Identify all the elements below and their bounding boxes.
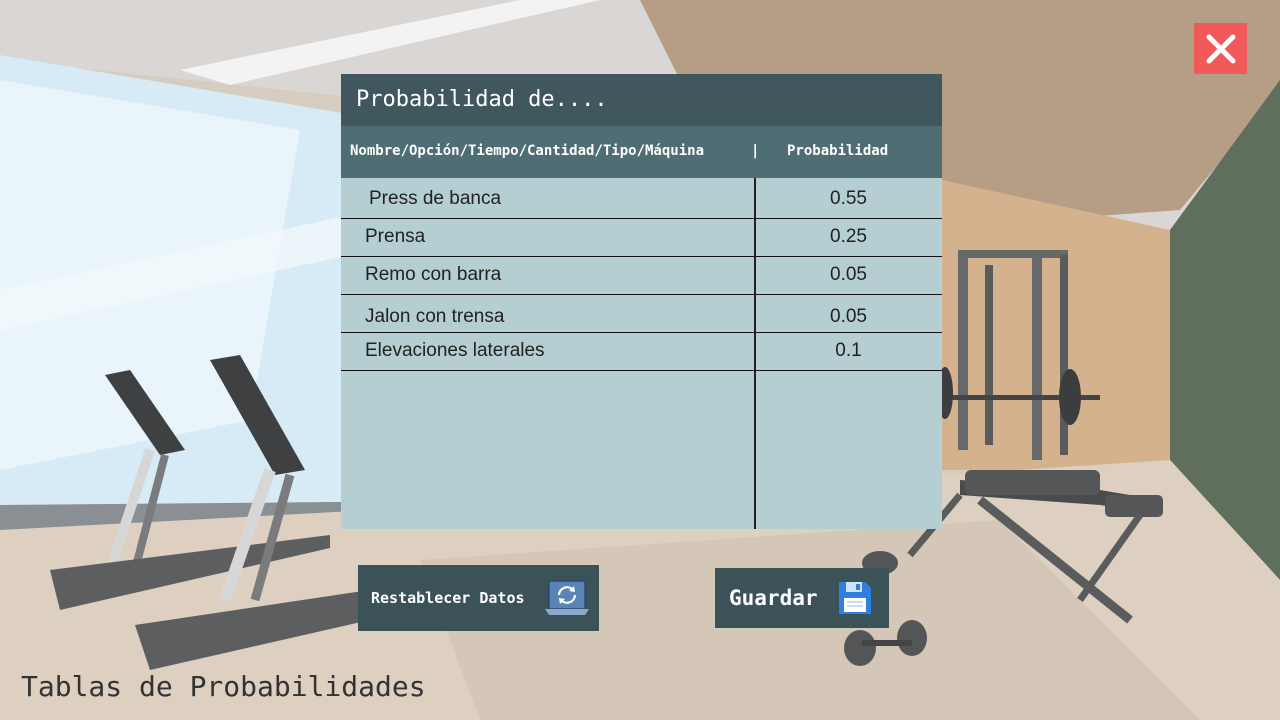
screen-title: Tablas de Probabilidades	[21, 670, 426, 703]
table-row[interactable]: Elevaciones laterales 0.1	[341, 333, 942, 371]
row-probability[interactable]: 0.55	[755, 188, 942, 210]
row-probability[interactable]: 0.05	[755, 306, 942, 328]
row-name[interactable]: Remo con barra	[365, 264, 501, 286]
table-row[interactable]: Press de banca 0.55	[341, 178, 942, 219]
row-name[interactable]: Press de banca	[369, 188, 501, 210]
floppy-disk-icon	[839, 582, 871, 614]
table-row[interactable]: Prensa 0.25	[341, 219, 942, 257]
refresh-laptop-icon	[545, 580, 589, 615]
save-label: Guardar	[729, 586, 818, 610]
panel-title: Probabilidad de....	[341, 74, 942, 126]
close-button[interactable]	[1194, 23, 1247, 74]
row-probability[interactable]: 0.1	[755, 340, 942, 362]
save-button[interactable]: Guardar	[715, 568, 889, 628]
column-divider	[754, 178, 756, 529]
column-separator: |	[751, 143, 760, 159]
row-name[interactable]: Prensa	[365, 226, 425, 248]
probability-panel: Probabilidad de.... Nombre/Opción/Tiempo…	[341, 74, 942, 529]
table-row[interactable]: Jalon con trensa 0.05	[341, 295, 942, 333]
close-icon	[1206, 34, 1235, 63]
row-name[interactable]: Jalon con trensa	[365, 306, 504, 328]
reset-data-label: Restablecer Datos	[371, 589, 525, 607]
row-probability[interactable]: 0.25	[755, 226, 942, 248]
row-name[interactable]: Elevaciones laterales	[365, 340, 545, 362]
column-header-probability: Probabilidad	[787, 143, 889, 159]
table-row[interactable]: Remo con barra 0.05	[341, 257, 942, 295]
column-header-row: Nombre/Opción/Tiempo/Cantidad/Tipo/Máqui…	[341, 126, 942, 178]
row-probability[interactable]: 0.05	[755, 264, 942, 286]
reset-data-button[interactable]: Restablecer Datos	[358, 565, 599, 631]
column-header-name: Nombre/Opción/Tiempo/Cantidad/Tipo/Máqui…	[350, 143, 705, 159]
